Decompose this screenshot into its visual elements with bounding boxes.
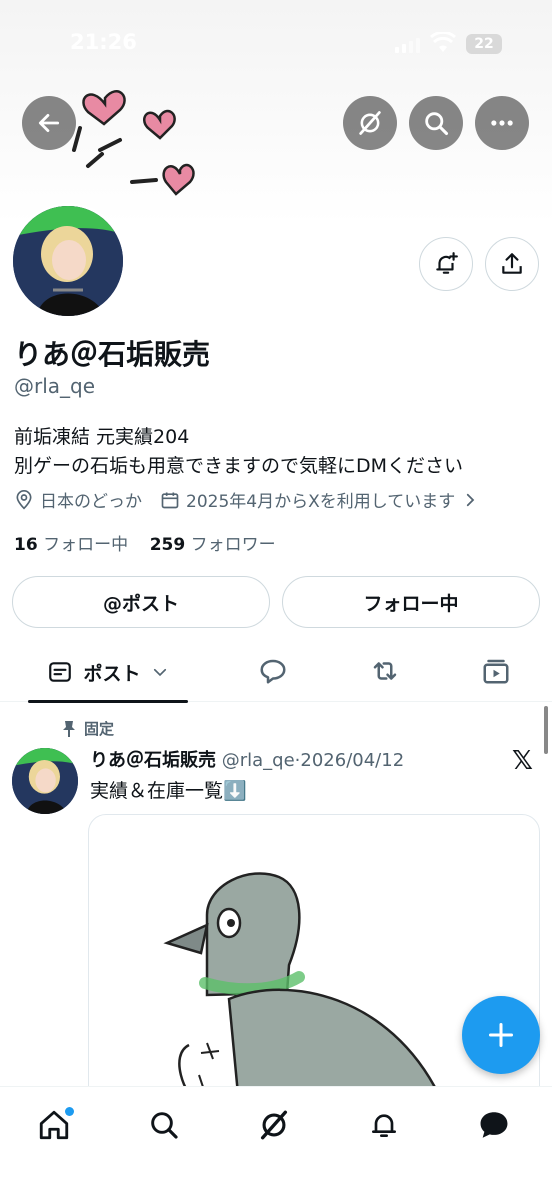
profile-location: 日本のどっか [40, 492, 142, 512]
following-button[interactable]: フォロー中 [282, 576, 540, 628]
bottom-navigation [0, 1086, 552, 1200]
posts-tab-icon [49, 662, 72, 682]
post-text: 実績＆在庫一覧⬇️ [90, 780, 247, 802]
more-icon [491, 120, 513, 126]
x-logo-icon: 𝕏 [512, 746, 533, 776]
search-icon [151, 1112, 178, 1139]
reply-icon[interactable] [258, 656, 288, 686]
calendar-icon [161, 492, 179, 508]
search-icon [425, 112, 449, 136]
scrollbar[interactable] [544, 706, 548, 754]
heart-doodle-decoration [72, 90, 195, 196]
profile-bio: 前垢凍結 元実績204 別ゲーの石垢も用意できますので気軽にDMください [14, 423, 463, 481]
grok-icon [260, 1110, 288, 1140]
more-button[interactable] [475, 96, 529, 150]
profile-avatar[interactable] [10, 203, 126, 319]
bell-icon [372, 1114, 396, 1137]
nav-messages[interactable] [474, 1105, 514, 1145]
grok-button[interactable] [343, 96, 397, 150]
pinned-label: 固定 [84, 720, 115, 738]
post-avatar[interactable] [12, 748, 78, 814]
nav-grok[interactable] [254, 1105, 294, 1145]
back-button[interactable] [22, 96, 76, 150]
pin-icon [63, 720, 75, 737]
compose-button[interactable] [462, 996, 540, 1074]
nav-notifications[interactable] [364, 1105, 404, 1145]
media-icon[interactable] [481, 656, 511, 686]
profile-handle: @rla_qe [14, 374, 96, 398]
cellular-signal-icon [395, 38, 420, 53]
avatar-image [13, 206, 123, 316]
notify-button[interactable] [419, 237, 473, 291]
grok-icon [359, 111, 381, 135]
post-header: りあ＠石垢販売 @rla_qe·2026/04/12 [90, 746, 404, 772]
compose-plus-icon [488, 1022, 514, 1048]
home-notification-dot [65, 1107, 74, 1116]
nav-search[interactable] [144, 1105, 184, 1145]
status-bar: 21:26 22 [0, 28, 552, 62]
post-handle[interactable]: @rla_qe [222, 750, 295, 771]
tab-posts[interactable]: ポスト [28, 642, 188, 703]
back-arrow-icon [38, 114, 60, 132]
active-tab-indicator [28, 700, 188, 703]
post-avatar-image [12, 748, 78, 814]
chevron-down-icon[interactable] [151, 663, 169, 681]
post-date[interactable]: 2026/04/12 [300, 750, 404, 771]
profile-joined: 2025年4月からXを利用しています [186, 492, 456, 512]
repost-icon[interactable] [369, 656, 401, 686]
followers-link[interactable]: 259 フォロワー [150, 535, 276, 555]
post-author[interactable]: りあ＠石垢販売 [90, 750, 216, 771]
tab-posts-label: ポスト [83, 662, 141, 685]
battery-indicator: 22 [466, 34, 502, 54]
pinned-indicator: 固定 [62, 718, 114, 739]
nav-home[interactable] [34, 1105, 74, 1145]
following-link[interactable]: 16 フォロー中 [14, 535, 128, 555]
bio-line: 別ゲーの石垢も用意できますので気軽にDMください [14, 455, 464, 477]
search-button[interactable] [409, 96, 463, 150]
profile-name: りあ＠石垢販売 [14, 338, 211, 371]
mention-post-button[interactable]: @ポスト [12, 576, 270, 628]
profile-meta: 日本のどっか 2025年4月からXを利用しています [14, 487, 485, 512]
follow-counts: 16 フォロー中 259 フォロワー [14, 530, 276, 555]
profile-tabs: ポスト [0, 642, 552, 703]
messages-icon [480, 1112, 508, 1138]
bio-line: 前垢凍結 元実績204 [14, 426, 190, 448]
wifi-icon [430, 32, 456, 52]
share-icon [502, 253, 522, 274]
share-button[interactable] [485, 237, 539, 291]
status-time: 21:26 [70, 30, 137, 54]
notification-bell-icon [436, 252, 458, 274]
chevron-right-icon[interactable] [461, 491, 479, 509]
location-pin-icon [16, 489, 32, 510]
